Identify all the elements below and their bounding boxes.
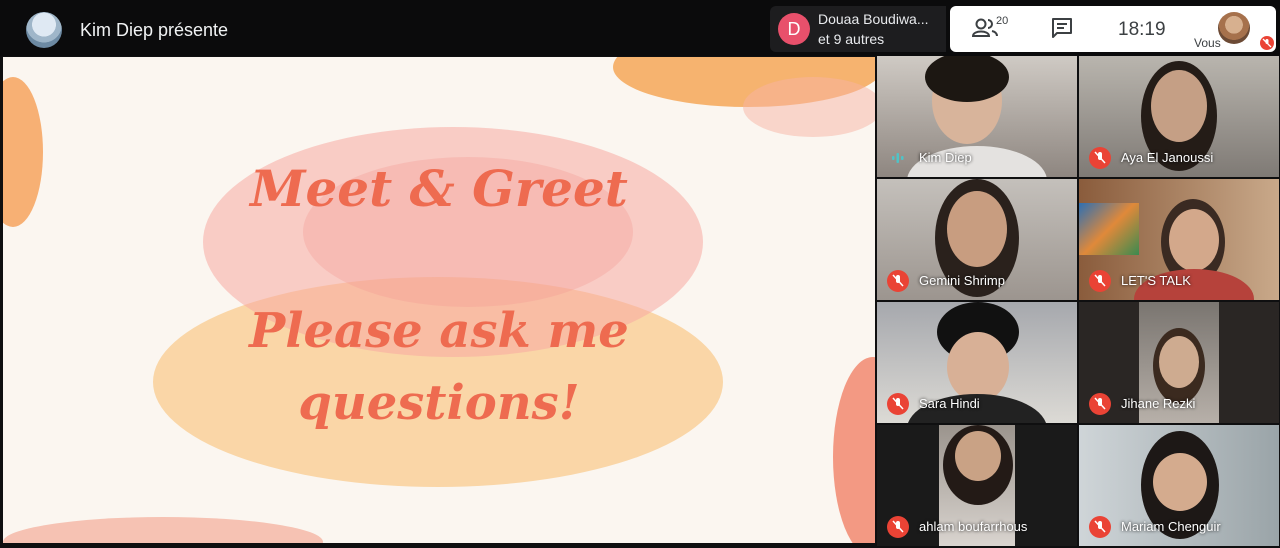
participant-name: Aya El Janoussi xyxy=(1121,150,1214,165)
people-count: 20 xyxy=(996,15,1009,27)
mic-off-icon xyxy=(1089,516,1111,538)
dock-avatar: D xyxy=(778,13,810,45)
participant-tile-kim-diep[interactable]: Kim Diep xyxy=(877,56,1077,177)
chat-button[interactable] xyxy=(1050,17,1076,41)
self-label: Vous xyxy=(1194,36,1221,50)
participant-name: ahlam boufarrhous xyxy=(919,519,1028,534)
dock-more-participants: et 9 autres xyxy=(818,31,885,47)
participant-tile-jihane[interactable]: Jihane Rezki xyxy=(1079,302,1279,423)
clock: 18:19 xyxy=(1118,19,1166,40)
people-button[interactable]: 20 xyxy=(971,15,1016,42)
wall-painting xyxy=(1079,203,1139,255)
participant-name: LET'S TALK xyxy=(1121,273,1191,288)
dock-participant-name: Douaa Boudiwa... xyxy=(818,11,929,27)
mic-off-icon xyxy=(1089,270,1111,292)
participant-dock[interactable]: D Douaa Boudiwa... et 9 autres xyxy=(770,6,946,52)
top-bar: Kim Diep présente D Douaa Boudiwa... et … xyxy=(0,0,1280,56)
participant-video xyxy=(955,431,1001,481)
participant-tile-ahlam[interactable]: ahlam boufarrhous xyxy=(877,425,1077,546)
mic-off-icon xyxy=(887,393,909,415)
chat-icon xyxy=(1052,18,1072,38)
participant-video xyxy=(1153,453,1207,511)
mic-off-icon xyxy=(887,270,909,292)
participant-video xyxy=(947,191,1007,267)
paint-blob xyxy=(3,517,323,543)
participant-video xyxy=(1151,70,1207,142)
participant-name: Gemini Shrimp xyxy=(919,273,1005,288)
mic-off-icon xyxy=(1089,147,1111,169)
mic-off-icon xyxy=(1089,393,1111,415)
people-icon xyxy=(971,18,998,37)
participant-tile-gemini[interactable]: Gemini Shrimp xyxy=(877,179,1077,300)
participant-name: Mariam Chenguir xyxy=(1121,519,1221,534)
self-avatar[interactable] xyxy=(1218,12,1250,44)
participant-name: Jihane Rezki xyxy=(1121,396,1196,411)
slide-subtitle-line2: questions! xyxy=(298,375,580,431)
participant-name: Kim Diep xyxy=(919,150,972,165)
participant-tile-sara[interactable]: Sara Hindi xyxy=(877,302,1077,423)
self-mic-off-icon xyxy=(1260,36,1274,50)
participant-tile-lets-talk[interactable]: LET'S TALK xyxy=(1079,179,1279,300)
participant-video xyxy=(1159,336,1199,388)
paint-blob xyxy=(743,77,875,137)
slide-title: Meet & Greet xyxy=(250,159,628,218)
presenter-avatar xyxy=(26,12,62,48)
participant-video xyxy=(1169,209,1219,271)
slide-subtitle-line1: Please ask me xyxy=(249,303,629,359)
speaking-indicator-icon xyxy=(892,153,904,163)
participant-tile-mariam[interactable]: Mariam Chenguir xyxy=(1079,425,1279,546)
mic-off-icon xyxy=(887,516,909,538)
presentation-slide: Meet & Greet Please ask me questions! xyxy=(3,57,875,543)
participant-video xyxy=(947,332,1009,402)
participant-name: Sara Hindi xyxy=(919,396,980,411)
participant-tile-aya[interactable]: Aya El Janoussi xyxy=(1079,56,1279,177)
meeting-controls-panel: 20 18:19 Vous xyxy=(950,6,1276,52)
presenter-title: Kim Diep présente xyxy=(80,20,229,40)
